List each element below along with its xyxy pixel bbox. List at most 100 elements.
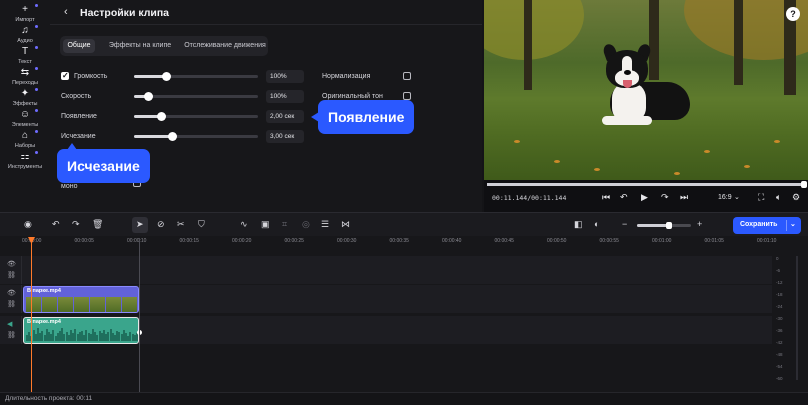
gear-icon[interactable]: ⚙	[792, 192, 800, 203]
plus-icon: +	[22, 4, 28, 15]
normalization-checkbox[interactable]	[403, 72, 411, 80]
help-icon[interactable]: ?	[786, 7, 800, 21]
playhead[interactable]	[31, 238, 32, 392]
audio-clip[interactable]: В парке.mp4	[23, 317, 139, 344]
slider-handle[interactable]	[162, 72, 172, 81]
fullscreen-icon[interactable]: ⛶	[758, 192, 764, 203]
clip-thumbnail	[26, 297, 41, 312]
rewind-icon[interactable]: ↶	[620, 192, 628, 203]
original-tone-checkbox[interactable]	[403, 92, 411, 100]
link-icon[interactable]: ⛓	[7, 331, 16, 339]
audio-split-icon[interactable]: ◧	[574, 219, 583, 230]
new-badge	[35, 88, 38, 91]
aspect-ratio-select[interactable]: 16:9	[718, 194, 732, 201]
adjust-icon[interactable]: ☰	[321, 219, 329, 230]
trash-icon[interactable]: 🗑︎	[92, 219, 103, 230]
sidebar-item-transitions[interactable]: ⇆ Переходы	[0, 67, 50, 86]
cursor-icon[interactable]: ➤	[136, 219, 144, 230]
ruler-tick-label: 00:00:45	[494, 238, 514, 244]
disable-icon[interactable]: ⊘	[157, 219, 165, 230]
audio-wave-icon[interactable]: ∿	[240, 219, 248, 230]
transition-icon[interactable]: ⋈	[341, 219, 350, 230]
volume-icon[interactable]: 🔈︎	[776, 192, 781, 203]
sidebar-item-tools[interactable]: ⚏ Инструменты	[0, 151, 50, 170]
sidebar-item-elements[interactable]: ☺ Элементы	[0, 109, 50, 128]
zoom-in-icon[interactable]: +	[697, 219, 702, 229]
timeline-ruler[interactable]: 00:00:0000:00:0500:00:1000:00:1500:00:20…	[0, 236, 808, 250]
original-tone-label: Оригинальный тон	[322, 93, 383, 100]
leaf	[774, 140, 780, 143]
clip-thumbnail	[74, 297, 89, 312]
ruler-tick-label: 00:00:20	[232, 238, 252, 244]
playback-progress-bar[interactable]	[487, 181, 807, 188]
text-icon: T	[21, 46, 29, 57]
zoom-slider[interactable]	[637, 222, 691, 229]
chevron-down-icon[interactable]: ⌄	[790, 220, 796, 228]
speaker-icon[interactable]: ◀︎	[7, 320, 12, 328]
volume-checkbox[interactable]	[61, 71, 69, 80]
fade-in-slider[interactable]	[134, 112, 258, 121]
shield-icon[interactable]: ⛉	[198, 219, 205, 230]
skip-forward-icon[interactable]: ⏭	[680, 192, 688, 203]
tab-general[interactable]: Общие	[63, 39, 95, 53]
fade-in-value-field[interactable]: 2,00 сек	[266, 110, 304, 123]
meter-scale-label: 0	[776, 256, 779, 261]
snap-icon[interactable]: ◐	[594, 219, 599, 229]
divider	[50, 24, 482, 25]
speed-value-field[interactable]: 100%	[266, 90, 304, 103]
tab-clip-effects[interactable]: Эффекты на клипе	[100, 39, 180, 53]
undo-icon[interactable]: ↶	[52, 219, 60, 230]
ruler-tick-label: 00:00:10	[127, 238, 147, 244]
ruler-tick-label: 00:00:35	[389, 238, 409, 244]
scissors-icon[interactable]: ✂	[177, 219, 185, 230]
slider-handle[interactable]	[157, 112, 167, 121]
sidebar-item-music[interactable]: ♫ Аудио	[0, 25, 50, 44]
ruler-tick-label: 00:00:55	[599, 238, 619, 244]
clip-name: В парке.mp4	[27, 319, 61, 325]
panel-title: Настройки клипа	[80, 7, 170, 19]
sidebar-item-plus[interactable]: + Импорт	[0, 4, 50, 23]
speed-icon[interactable]: ◎	[302, 219, 310, 230]
play-icon[interactable]: ▶	[641, 192, 648, 203]
new-badge	[35, 109, 38, 112]
chevron-down-icon[interactable]: ⌄	[734, 193, 740, 201]
redo-icon[interactable]: ↷	[72, 219, 80, 230]
sidebar-item-sets[interactable]: ⌂ Наборы	[0, 130, 50, 149]
sidebar-item-text[interactable]: T Текст	[0, 46, 50, 65]
slider-handle[interactable]	[168, 132, 178, 141]
link-icon[interactable]: ⛓	[7, 271, 16, 279]
slider-handle[interactable]	[143, 92, 153, 101]
tools-icon: ⚏	[20, 151, 30, 162]
effects-icon: ✦	[20, 88, 30, 99]
back-arrow-icon[interactable]: ‹	[64, 6, 68, 18]
leaf	[704, 150, 710, 153]
volume-value-field[interactable]: 100%	[266, 70, 304, 83]
zoom-handle[interactable]	[666, 222, 672, 229]
skip-back-icon[interactable]: ⏮	[602, 192, 610, 203]
record-icon[interactable]: ◉	[24, 219, 32, 230]
captions-icon[interactable]: ▣	[261, 219, 270, 230]
sidebar-item-effects[interactable]: ✦ Эффекты	[0, 88, 50, 107]
zoom-out-icon[interactable]: −	[622, 219, 627, 229]
fade-out-slider[interactable]	[134, 132, 258, 141]
speed-slider[interactable]	[134, 92, 258, 101]
save-button[interactable]: Сохранить ⌄	[733, 217, 801, 234]
music-icon: ♫	[21, 25, 29, 36]
fade-in-label: Появление	[61, 113, 97, 120]
video-clip[interactable]: В парке.mp4	[23, 286, 139, 313]
divider	[786, 220, 787, 231]
progress-handle[interactable]	[801, 181, 807, 188]
eye-icon[interactable]: 👁︎	[7, 289, 16, 297]
elements-icon: ☺	[19, 109, 31, 120]
forward-icon[interactable]: ↷	[661, 192, 669, 203]
link-icon[interactable]: ⛓	[7, 300, 16, 308]
ruler-tick-label: 00:00:25	[284, 238, 304, 244]
tab-motion-tracking[interactable]: Отслеживание движения	[182, 39, 268, 53]
sets-icon: ⌂	[21, 130, 29, 141]
volume-slider[interactable]	[134, 72, 258, 81]
crop-icon[interactable]: ⌗	[282, 219, 287, 230]
meter-scale-label: -18	[776, 292, 783, 297]
eye-icon[interactable]: 👁︎	[7, 260, 16, 268]
clip-thumbnail	[42, 297, 57, 312]
fade-out-value-field[interactable]: 3,00 сек	[266, 130, 304, 143]
